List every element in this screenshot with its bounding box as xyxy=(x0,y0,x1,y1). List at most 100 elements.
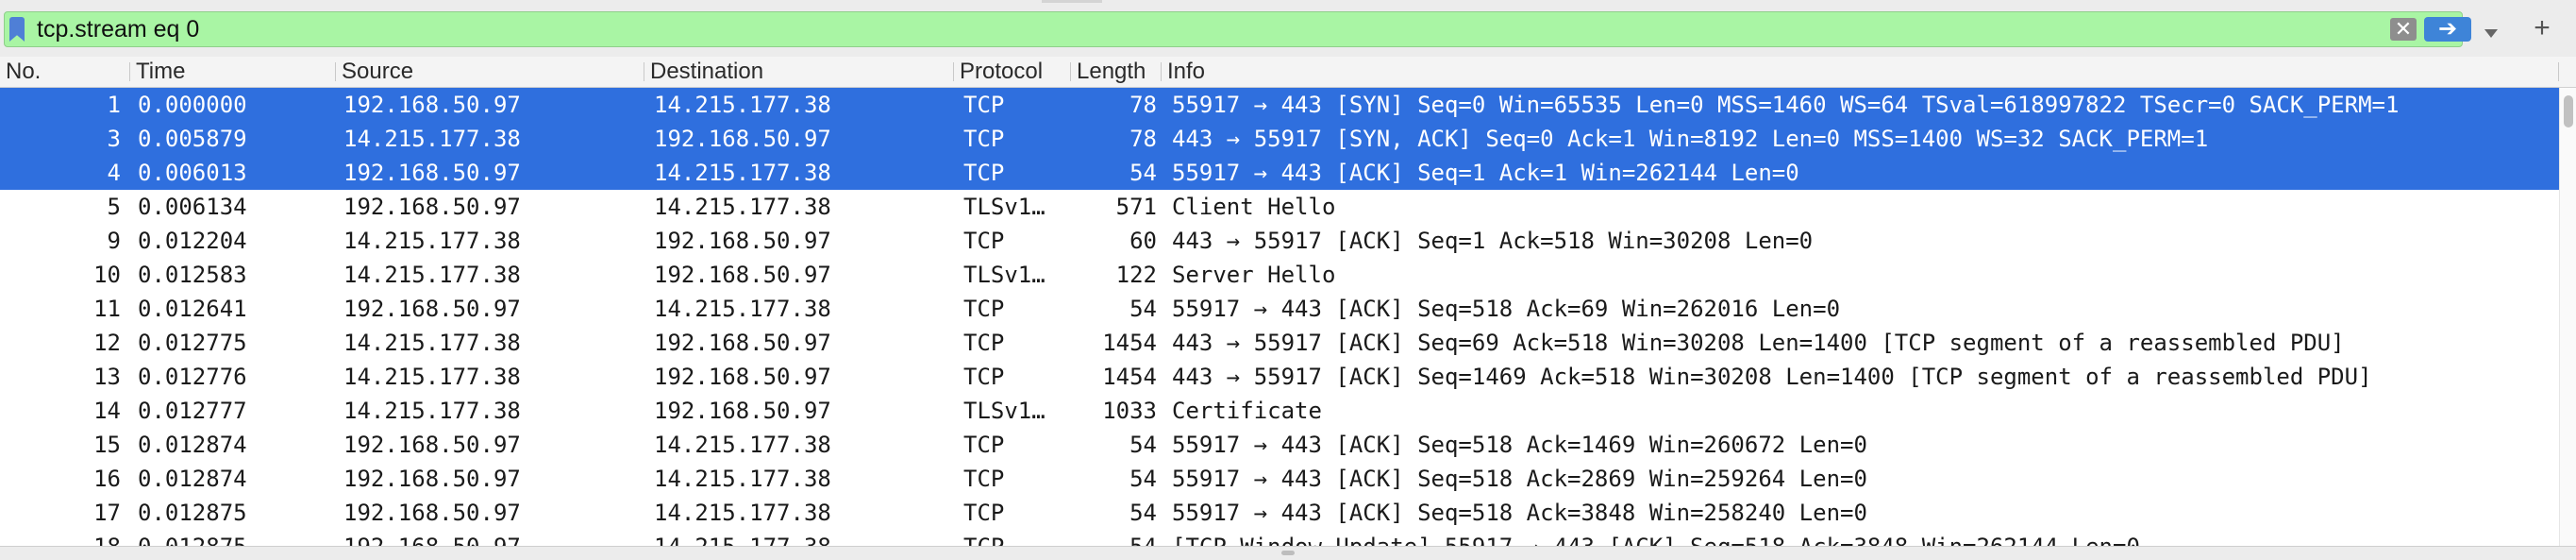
packet-time: 0.005879 xyxy=(138,126,247,152)
packet-info: 55917 → 443 [ACK] Seq=1 Ack=1 Win=262144… xyxy=(1172,160,1799,186)
packet-protocol: TLSv1… xyxy=(963,398,1045,424)
packet-destination: 192.168.50.97 xyxy=(654,364,831,390)
packet-source: 14.215.177.38 xyxy=(343,262,521,288)
packet-length: 54 xyxy=(1129,432,1157,458)
packet-number: 3 xyxy=(107,126,121,152)
column-header-protocol[interactable]: Protocol xyxy=(954,57,1071,87)
packet-number: 11 xyxy=(93,296,121,322)
display-filter-field[interactable]: tcp.stream eq 0 ✕ ➔ xyxy=(4,11,2498,47)
apply-filter-button[interactable]: ➔ xyxy=(2424,17,2471,42)
packet-row[interactable]: 16 0.012874 192.168.50.97 14.215.177.38 TCP 5… xyxy=(0,462,2559,496)
packet-protocol: TCP xyxy=(963,160,1005,186)
packet-length: 122 xyxy=(1115,262,1157,288)
packet-row[interactable]: 12 0.012775 14.215.177.38 192.168.50.97 TCP 1… xyxy=(0,326,2559,360)
packet-destination: 14.215.177.38 xyxy=(654,500,831,526)
packet-source: 192.168.50.97 xyxy=(343,432,521,458)
packet-info: 55917 → 443 [ACK] Seq=518 Ack=69 Win=262… xyxy=(1172,296,1841,322)
packet-protocol: TCP xyxy=(963,534,1005,547)
column-header-time[interactable]: Time xyxy=(130,57,336,87)
packet-number: 1 xyxy=(107,92,121,118)
packet-row[interactable]: 9 0.012204 14.215.177.38 192.168.50.97 TCP 60… xyxy=(0,224,2559,258)
packet-info: 55917 → 443 [SYN] Seq=0 Win=65535 Len=0 … xyxy=(1172,92,2400,118)
clear-icon[interactable]: ✕ xyxy=(2390,18,2417,41)
packet-length: 78 xyxy=(1129,126,1157,152)
bookmark-icon[interactable] xyxy=(9,17,25,42)
column-header-no[interactable]: No. xyxy=(0,57,130,87)
display-filter-input[interactable]: tcp.stream eq 0 xyxy=(37,12,199,46)
packet-time: 0.012583 xyxy=(138,262,247,288)
packet-row[interactable]: 10 0.012583 14.215.177.38 192.168.50.97 TLSv… xyxy=(0,258,2559,292)
packet-time: 0.012776 xyxy=(138,364,247,390)
packet-info: 55917 → 443 [ACK] Seq=518 Ack=3848 Win=2… xyxy=(1172,500,1867,526)
packet-destination: 14.215.177.38 xyxy=(654,432,831,458)
packet-info: 55917 → 443 [ACK] Seq=518 Ack=2869 Win=2… xyxy=(1172,466,1867,492)
packet-row[interactable]: 11 0.012641 192.168.50.97 14.215.177.38 TCP 5… xyxy=(0,292,2559,326)
packet-protocol: TCP xyxy=(963,466,1005,492)
packet-row[interactable]: 3 0.005879 14.215.177.38 192.168.50.97 TCP 78… xyxy=(0,122,2559,156)
packet-length: 1454 xyxy=(1102,364,1157,390)
window-notch xyxy=(1042,0,1102,3)
packet-row[interactable]: 17 0.012875 192.168.50.97 14.215.177.38 TCP 5… xyxy=(0,496,2559,530)
packet-row[interactable]: 4 0.006013 192.168.50.97 14.215.177.38 TCP 54… xyxy=(0,156,2559,190)
packet-length: 54 xyxy=(1129,500,1157,526)
pane-splitter[interactable] xyxy=(0,546,2576,560)
packet-source: 192.168.50.97 xyxy=(343,296,521,322)
packet-row[interactable]: 14 0.012777 14.215.177.38 192.168.50.97 TLSv… xyxy=(0,394,2559,428)
packet-protocol: TCP xyxy=(963,364,1005,390)
packet-destination: 192.168.50.97 xyxy=(654,228,831,254)
packet-length: 1454 xyxy=(1102,330,1157,356)
packet-destination: 14.215.177.38 xyxy=(654,160,831,186)
packet-destination: 14.215.177.38 xyxy=(654,194,831,220)
packet-length: 54 xyxy=(1129,160,1157,186)
packet-info: Server Hello xyxy=(1172,262,1336,288)
packet-time: 0.006134 xyxy=(138,194,247,220)
column-header-destination[interactable]: Destination xyxy=(644,57,954,87)
packet-row[interactable]: 18 0.012875 192.168.50.97 14.215.177.38 TCP 5… xyxy=(0,530,2559,547)
packet-protocol: TLSv1… xyxy=(963,194,1045,220)
packet-number: 5 xyxy=(107,194,121,220)
packet-time: 0.012777 xyxy=(138,398,247,424)
column-header-source[interactable]: Source xyxy=(336,57,644,87)
arrow-right-icon: ➔ xyxy=(2437,16,2458,42)
packet-length: 571 xyxy=(1115,194,1157,220)
packet-time: 0.012204 xyxy=(138,228,247,254)
packet-number: 10 xyxy=(93,262,121,288)
packet-number: 17 xyxy=(93,500,121,526)
packet-length: 1033 xyxy=(1102,398,1157,424)
packet-source: 192.168.50.97 xyxy=(343,92,521,118)
packet-number: 12 xyxy=(93,330,121,356)
packet-time: 0.012775 xyxy=(138,330,247,356)
column-header-length[interactable]: Length xyxy=(1071,57,1162,87)
packet-destination: 14.215.177.38 xyxy=(654,92,831,118)
packet-list: 1 0.000000 192.168.50.97 14.215.177.38 TCP 78… xyxy=(0,88,2559,547)
packet-source: 14.215.177.38 xyxy=(343,398,521,424)
packet-source: 14.215.177.38 xyxy=(343,364,521,390)
scroll-thumb[interactable] xyxy=(2564,95,2573,127)
packet-number: 4 xyxy=(107,160,121,186)
packet-row[interactable]: 15 0.012874 192.168.50.97 14.215.177.38 TCP 5… xyxy=(0,428,2559,462)
packet-protocol: TCP xyxy=(963,500,1005,526)
packet-source: 192.168.50.97 xyxy=(343,500,521,526)
column-header-info[interactable]: Info xyxy=(1162,57,2559,87)
packet-row[interactable]: 5 0.006134 192.168.50.97 14.215.177.38 TLSv1… xyxy=(0,190,2559,224)
packet-info: Certificate xyxy=(1172,398,1322,424)
packet-source: 192.168.50.97 xyxy=(343,194,521,220)
packet-protocol: TCP xyxy=(963,432,1005,458)
packet-length: 78 xyxy=(1129,92,1157,118)
add-filter-button[interactable]: + xyxy=(2523,11,2561,45)
packet-length: 54 xyxy=(1129,296,1157,322)
packet-row[interactable]: 1 0.000000 192.168.50.97 14.215.177.38 TCP 78… xyxy=(0,88,2559,122)
packet-source: 192.168.50.97 xyxy=(343,534,521,547)
column-header-row: No. Time Source Destination Protocol Len… xyxy=(0,57,2576,88)
packet-number: 15 xyxy=(93,432,121,458)
packet-row[interactable]: 13 0.012776 14.215.177.38 192.168.50.97 TCP 1… xyxy=(0,360,2559,394)
packet-destination: 192.168.50.97 xyxy=(654,262,831,288)
packet-number: 18 xyxy=(93,534,121,547)
display-filter-toolbar: tcp.stream eq 0 ✕ ➔ + xyxy=(0,0,2576,58)
chevron-down-icon[interactable] xyxy=(2484,29,2498,38)
packet-info: Client Hello xyxy=(1172,194,1336,220)
packet-list-scrollbar[interactable] xyxy=(2559,88,2576,547)
splitter-grip[interactable] xyxy=(1281,551,1295,555)
packet-time: 0.012875 xyxy=(138,534,247,547)
packet-length: 60 xyxy=(1129,228,1157,254)
